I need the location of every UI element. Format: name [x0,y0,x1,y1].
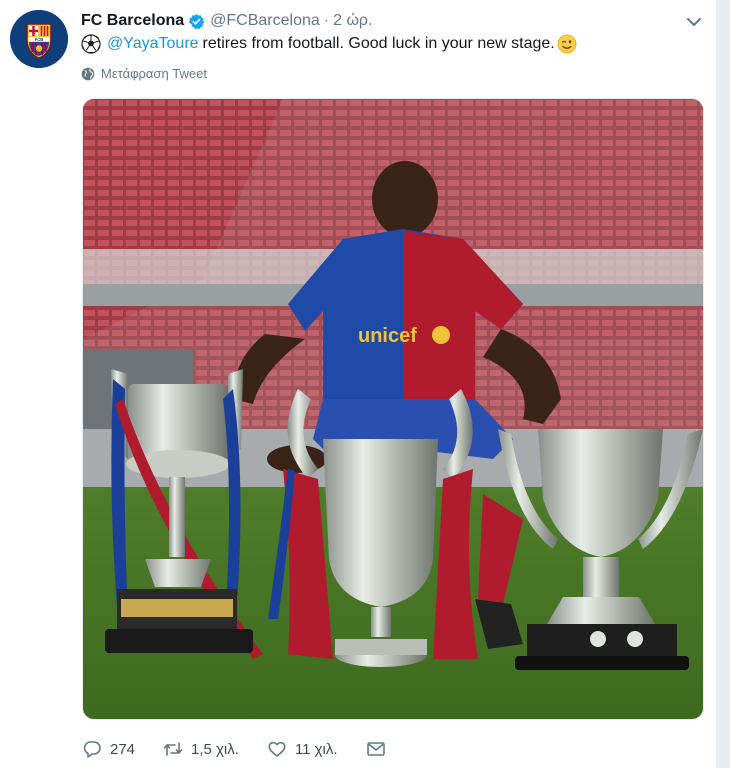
tweet-body: retires from football. Good luck in your… [202,35,555,52]
author-handle[interactable]: @FCBarcelona [210,12,320,30]
reply-button[interactable]: 274 [82,739,135,759]
avatar[interactable]: FCB [10,10,68,68]
retweet-count: 1,5 χιλ. [191,740,239,758]
mention-link[interactable]: @YayaToure [107,34,199,54]
like-icon [268,741,286,757]
like-button[interactable]: 11 χιλ. [267,739,338,759]
globe-icon [81,67,95,80]
winking-face-icon [557,34,577,54]
author-name[interactable]: FC Barcelona [81,12,184,30]
tweet-actions: 274 1,5 χιλ. 11 χιλ. [82,737,422,761]
reply-icon [83,741,101,758]
player-with-trophies-photo: unicef [83,99,703,719]
tweet-photo[interactable]: unicef [82,98,704,720]
tweet-card[interactable]: FCB FC Barcelona @FCBarcelona · 2 ώρ. @Y… [0,0,716,768]
tweet-header: FC Barcelona @FCBarcelona · 2 ώρ. [81,10,372,32]
header-separator: · [323,12,330,29]
verified-badge-icon [188,13,205,29]
chevron-down-icon[interactable] [684,12,704,32]
like-count: 11 χιλ. [294,740,338,758]
page-background-rail [716,0,730,768]
club-crest-icon: FCB [10,10,68,68]
retweet-icon [163,742,183,756]
svg-text:FCB: FCB [35,37,44,42]
tweet-text: @YayaToure retires from football. Good l… [81,34,577,54]
soccer-ball-icon [81,34,101,54]
translate-label[interactable]: Μετάφραση Tweet [101,66,207,81]
direct-message-button[interactable] [366,739,394,759]
message-icon [366,742,385,756]
retweet-button[interactable]: 1,5 χιλ. [163,739,239,759]
translate-tweet-link[interactable]: Μετάφραση Tweet [81,66,207,81]
reply-count: 274 [110,740,136,758]
shirt-sponsor-text: unicef [358,325,417,347]
tweet-timestamp[interactable]: 2 ώρ. [333,12,372,30]
